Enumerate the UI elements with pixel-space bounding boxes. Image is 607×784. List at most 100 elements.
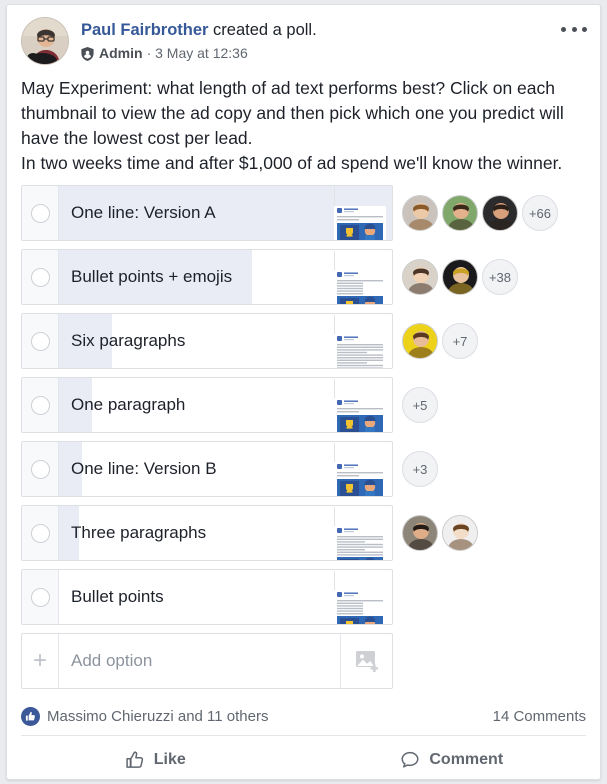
voter-avatar[interactable] <box>482 195 518 231</box>
poll-option-7[interactable]: Bullet points <box>21 569 393 625</box>
voter-more-count[interactable]: +5 <box>402 387 438 423</box>
add-photo-button[interactable] <box>340 634 392 688</box>
poll-option-body: Six paragraphs <box>59 314 392 368</box>
voter-avatar[interactable] <box>402 195 438 231</box>
voter-more-count[interactable]: +66 <box>522 195 558 231</box>
more-options-icon[interactable] <box>561 21 587 37</box>
ad-preview-short-icon <box>334 187 388 240</box>
radio-circle-icon <box>30 203 50 223</box>
reactions-summary[interactable]: Massimo Chieruzzi and 11 others <box>21 707 268 726</box>
post-body-paragraph-2: In two weeks time and after $1,000 of ad… <box>21 153 563 173</box>
voter-avatar[interactable] <box>402 259 438 295</box>
poll-post-card: Paul Fairbrother created a poll. Admin ·… <box>6 4 601 780</box>
poll-option-thumbnail[interactable] <box>334 315 388 368</box>
voter-avatar[interactable] <box>402 323 438 359</box>
ad-preview-bullets-icon <box>334 251 388 304</box>
ad-preview-bullets-icon <box>334 571 388 624</box>
poll-option-row: Three paragraphs <box>21 505 586 561</box>
poll-option-row: Bullet points + emojis +38 <box>21 249 586 305</box>
post-timestamp[interactable]: · 3 May at 12:36 <box>147 45 248 62</box>
add-option-input[interactable]: Add option <box>59 634 340 688</box>
poll-option-body: One line: Version B <box>59 442 392 496</box>
poll-option-thumbnail[interactable] <box>334 251 388 304</box>
poll-option-row: One paragraph +5 <box>21 377 586 433</box>
voter-avatar[interactable] <box>442 195 478 231</box>
poll-option-voters: +66 <box>402 195 558 231</box>
poll-option-radio[interactable] <box>22 506 59 560</box>
post-action-text: created a poll. <box>208 21 317 39</box>
poll-option-label: One line: Version A <box>71 203 216 222</box>
poll-option-body: Bullet points + emojis <box>59 250 392 304</box>
poll-option-label: Three paragraphs <box>71 523 207 542</box>
poll-option-voters: +3 <box>402 451 438 487</box>
plus-icon[interactable]: + <box>22 634 59 688</box>
radio-circle-icon <box>30 523 50 543</box>
poll-option-2[interactable]: Bullet points + emojis <box>21 249 393 305</box>
like-button[interactable]: Like <box>7 736 304 779</box>
poll-option-voters: +7 <box>402 323 478 359</box>
post-body-paragraph-1: May Experiment: what length of ad text p… <box>21 78 564 148</box>
add-option-row: + Add option <box>21 633 586 689</box>
admin-badge-label: Admin <box>99 45 143 61</box>
poll-option-radio[interactable] <box>22 378 59 432</box>
post-stats-row: Massimo Chieruzzi and 11 others 14 Comme… <box>7 697 600 735</box>
poll-option-row: Six paragraphs +7 <box>21 313 586 369</box>
add-option-placeholder: Add option <box>71 651 153 670</box>
poll-option-thumbnail[interactable] <box>334 507 388 560</box>
poll-option-label: One line: Version B <box>71 459 217 478</box>
poll-option-1[interactable]: One line: Version A <box>21 185 393 241</box>
poll-option-voters: +38 <box>402 259 518 295</box>
radio-circle-icon <box>30 459 50 479</box>
comment-button-label: Comment <box>429 751 504 768</box>
poll-option-body: Bullet points <box>59 570 392 624</box>
poll-option-5[interactable]: One line: Version B <box>21 441 393 497</box>
poll-options-list: One line: Version A +66 Bullet points + … <box>7 176 600 689</box>
radio-circle-icon <box>30 267 50 287</box>
voter-more-count[interactable]: +38 <box>482 259 518 295</box>
add-option-box[interactable]: + Add option <box>21 633 393 689</box>
poll-option-radio[interactable] <box>22 570 59 624</box>
voter-avatar[interactable] <box>442 259 478 295</box>
poll-option-6[interactable]: Three paragraphs <box>21 505 393 561</box>
poll-option-thumbnail[interactable] <box>334 187 388 240</box>
poll-option-thumbnail[interactable] <box>334 571 388 624</box>
poll-option-thumbnail[interactable] <box>334 379 388 432</box>
avatar[interactable] <box>21 17 69 65</box>
poll-option-radio[interactable] <box>22 442 59 496</box>
comments-count[interactable]: 14 Comments <box>493 708 586 725</box>
voter-more-count[interactable]: +3 <box>402 451 438 487</box>
post-actions-bar: Like Comment <box>7 736 601 779</box>
poll-option-3[interactable]: Six paragraphs <box>21 313 393 369</box>
poll-option-radio[interactable] <box>22 314 59 368</box>
post-header: Paul Fairbrother created a poll. Admin ·… <box>7 5 600 65</box>
voter-avatar[interactable] <box>402 515 438 551</box>
radio-circle-icon <box>30 587 50 607</box>
like-button-label: Like <box>153 751 186 768</box>
poll-option-4[interactable]: One paragraph <box>21 377 393 433</box>
thumbs-up-icon <box>126 751 143 768</box>
thumbs-up-glyph <box>25 711 35 721</box>
ad-preview-long-icon <box>334 315 388 368</box>
poll-option-thumbnail[interactable] <box>334 443 388 496</box>
poll-option-body: Three paragraphs <box>59 506 392 560</box>
ad-preview-short-icon <box>334 443 388 496</box>
like-reaction-icon <box>21 707 40 726</box>
post-header-text: Paul Fairbrother created a poll. Admin ·… <box>81 17 317 62</box>
poll-option-row: One line: Version B +3 <box>21 441 586 497</box>
post-body: May Experiment: what length of ad text p… <box>7 65 600 176</box>
voter-more-count[interactable]: +7 <box>442 323 478 359</box>
poll-option-body: One paragraph <box>59 378 392 432</box>
poll-option-label: Bullet points <box>71 587 164 606</box>
poll-option-radio[interactable] <box>22 186 59 240</box>
ad-preview-medium-icon <box>334 507 388 560</box>
voter-avatar[interactable] <box>442 515 478 551</box>
poll-option-radio[interactable] <box>22 250 59 304</box>
post-meta-line: Admin · 3 May at 12:36 <box>81 45 317 62</box>
avatar-photo <box>22 18 68 64</box>
poll-option-label: One paragraph <box>71 395 186 414</box>
author-name[interactable]: Paul Fairbrother <box>81 21 208 39</box>
poll-option-row: One line: Version A +66 <box>21 185 586 241</box>
poll-option-voters <box>402 515 482 551</box>
speech-bubble-icon <box>401 751 419 768</box>
comment-button[interactable]: Comment <box>304 736 601 779</box>
